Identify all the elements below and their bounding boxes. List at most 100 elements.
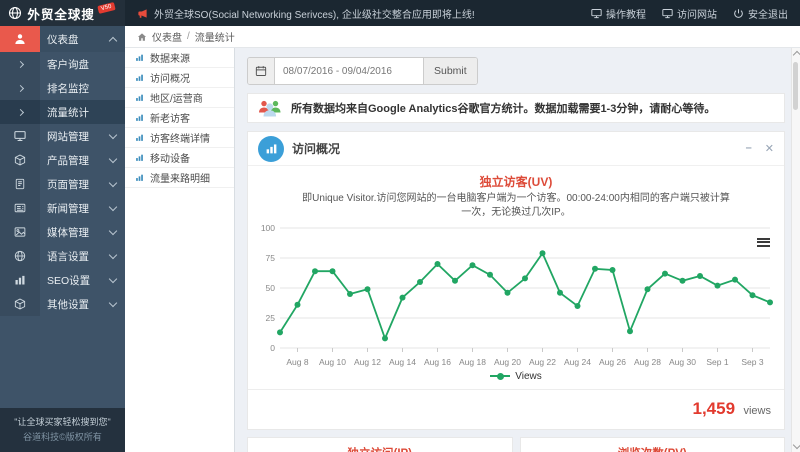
submenu-item-6[interactable]: 流量来路明细 <box>125 168 234 188</box>
chevron-down-icon <box>108 274 118 284</box>
sidebar-menu: 仪表盘 客户询盘排名监控流量统计网站管理产品管理页面管理新闻管理媒体管理语言设置 S… <box>0 26 125 316</box>
breadcrumb-home[interactable]: 仪表盘 <box>152 29 182 44</box>
megaphone-icon <box>137 8 148 19</box>
breadcrumb: 仪表盘 / 流量统计 <box>125 26 800 48</box>
panel-title: 访问概况 <box>292 142 341 156</box>
sidebar-item-11[interactable]: 其他设置 <box>0 292 125 316</box>
svg-text:Aug 22: Aug 22 <box>529 357 556 367</box>
submenu-item-2[interactable]: 地区/运营商 <box>125 88 234 108</box>
svg-text:Aug 28: Aug 28 <box>634 357 661 367</box>
sidebar-footer: "让全球买家轻松搜到您" 谷道科技©版权所有 <box>0 408 125 452</box>
topbar-link-0[interactable]: 操作教程 <box>591 6 646 21</box>
svg-text:Sep 3: Sep 3 <box>741 357 763 367</box>
submenu-item-1[interactable]: 访问概况 <box>125 68 234 88</box>
cube-icon <box>0 292 40 316</box>
uv-heading: 独立访客(UV) <box>479 175 553 189</box>
topbar-link-label: 安全退出 <box>748 9 788 21</box>
globe-icon <box>8 6 22 20</box>
scroll-up-icon[interactable] <box>792 50 800 60</box>
chevron-down-icon <box>108 202 118 212</box>
svg-text:Aug 8: Aug 8 <box>286 357 308 367</box>
chart-area: 0 25 50 75 100 Aug 8 Aug 10 Aug 12 Aug 14 Aug 16 A… <box>248 220 784 370</box>
media-icon <box>0 220 40 244</box>
uv-chart: 0 25 50 75 100 Aug 8 Aug 10 Aug 12 Aug 14 Aug 16 A… <box>261 223 773 367</box>
cube-icon <box>0 148 40 172</box>
submit-button[interactable]: Submit <box>423 58 477 84</box>
topbar-link-2[interactable]: 安全退出 <box>733 6 788 21</box>
close-button[interactable]: ✕ <box>765 142 774 155</box>
sidebar-item-0[interactable]: 仪表盘 <box>0 26 125 52</box>
uv-description: 即Unique Visitor.访问您网站的一台电脑客户端为一个访客。00:00… <box>302 193 730 218</box>
breadcrumb-current: 流量统计 <box>194 33 235 44</box>
bar-chart-icon <box>135 93 144 102</box>
sidebar-item-2[interactable]: 排名监控 <box>0 76 125 100</box>
sidebar-item-5[interactable]: 产品管理 <box>0 148 125 172</box>
sidebar-item-3[interactable]: 流量统计 <box>0 100 125 124</box>
submenu-item-label: 移动设备 <box>150 154 190 165</box>
pages-icon <box>0 172 40 196</box>
total-views-unit: views <box>743 405 771 417</box>
bar-chart-icon <box>135 53 144 62</box>
svg-text:Aug 16: Aug 16 <box>424 357 451 367</box>
scrollbar[interactable] <box>791 48 800 452</box>
sidebar-item-label: 排名监控 <box>47 82 89 95</box>
logo-text: 外贸全球搜 <box>27 7 95 22</box>
sidebar-item-1[interactable]: 客户询盘 <box>0 52 125 76</box>
sidebar-item-6[interactable]: 页面管理 <box>0 172 125 196</box>
chart-menu-button[interactable] <box>757 236 770 248</box>
submenu-item-3[interactable]: 新老访客 <box>125 108 234 128</box>
panel-heading: 独立访问(IP) <box>256 445 504 452</box>
panel-ip: 独立访问(IP)独立IP表示，拥有特定唯一IP地址的计算机访问您的网站的次数。 <box>247 437 513 452</box>
sidebar-item-label: 流量统计 <box>47 106 89 119</box>
legend-marker-icon <box>490 372 511 380</box>
screen-icon <box>662 8 673 19</box>
calendar-icon[interactable] <box>248 58 275 84</box>
chevron-down-icon <box>108 298 118 308</box>
total-views: 1,459 views <box>248 389 784 429</box>
sidebar: 仪表盘 客户询盘排名监控流量统计网站管理产品管理页面管理新闻管理媒体管理语言设置 S… <box>0 26 125 452</box>
scroll-down-icon[interactable] <box>792 440 800 450</box>
panel-tools: – ✕ <box>746 142 774 155</box>
svg-text:Aug 30: Aug 30 <box>669 357 696 367</box>
submenu-item-4[interactable]: 访客终端详情 <box>125 128 234 148</box>
sidebar-item-label: 新闻管理 <box>47 202 89 215</box>
date-range-input[interactable] <box>275 58 423 84</box>
topbar-link-1[interactable]: 访问网站 <box>662 6 717 21</box>
bottom-panels: 独立访问(IP)独立IP表示，拥有特定唯一IP地址的计算机访问您的网站的次数。浏… <box>247 437 785 452</box>
sidebar-item-9[interactable]: 语言设置 <box>0 244 125 268</box>
scrollbar-thumb[interactable] <box>793 62 798 110</box>
chevron-down-icon <box>108 130 118 140</box>
panel-pv: 浏览次数(PV)即Page View. 即页面浏览量或点击量，用户每次刷新即被计… <box>519 437 785 452</box>
svg-text:Aug 20: Aug 20 <box>494 357 521 367</box>
chart-legend[interactable]: Views <box>248 371 784 382</box>
submenu-item-label: 流量来路明细 <box>150 174 210 185</box>
logo[interactable]: 外贸全球搜 V50 <box>0 0 125 26</box>
sidebar-item-label: 媒体管理 <box>47 226 89 239</box>
submenu-item-label: 访问概况 <box>150 74 190 85</box>
sidebar-item-8[interactable]: 媒体管理 <box>0 220 125 244</box>
svg-text:Aug 26: Aug 26 <box>599 357 626 367</box>
sidebar-item-label: 产品管理 <box>47 154 89 167</box>
svg-text:Aug 24: Aug 24 <box>564 357 591 367</box>
sidebar-item-label: 页面管理 <box>47 178 89 191</box>
minimize-button[interactable]: – <box>746 142 752 155</box>
sidebar-item-4[interactable]: 网站管理 <box>0 124 125 148</box>
legend-label: Views <box>515 371 542 382</box>
submenu-item-5[interactable]: 移动设备 <box>125 148 234 168</box>
monitor-icon <box>0 124 40 148</box>
sidebar-item-label: 其他设置 <box>47 298 89 311</box>
sidebar-item-10[interactable]: SEO设置 <box>0 268 125 292</box>
svg-text:75: 75 <box>266 253 276 263</box>
users-group-icon <box>257 99 283 117</box>
panel-heading: 浏览次数(PV) <box>529 445 777 452</box>
sidebar-item-label: 网站管理 <box>47 130 89 143</box>
person-icon <box>0 26 40 52</box>
news-icon <box>0 196 40 220</box>
sidebar-item-7[interactable]: 新闻管理 <box>0 196 125 220</box>
power-icon <box>733 8 744 19</box>
submenu-item-0[interactable]: 数据来源 <box>125 48 234 68</box>
svg-text:Aug 10: Aug 10 <box>319 357 346 367</box>
bar-chart-icon <box>258 135 284 162</box>
bar-chart-icon <box>135 173 144 182</box>
chevron-up-icon <box>108 36 118 46</box>
